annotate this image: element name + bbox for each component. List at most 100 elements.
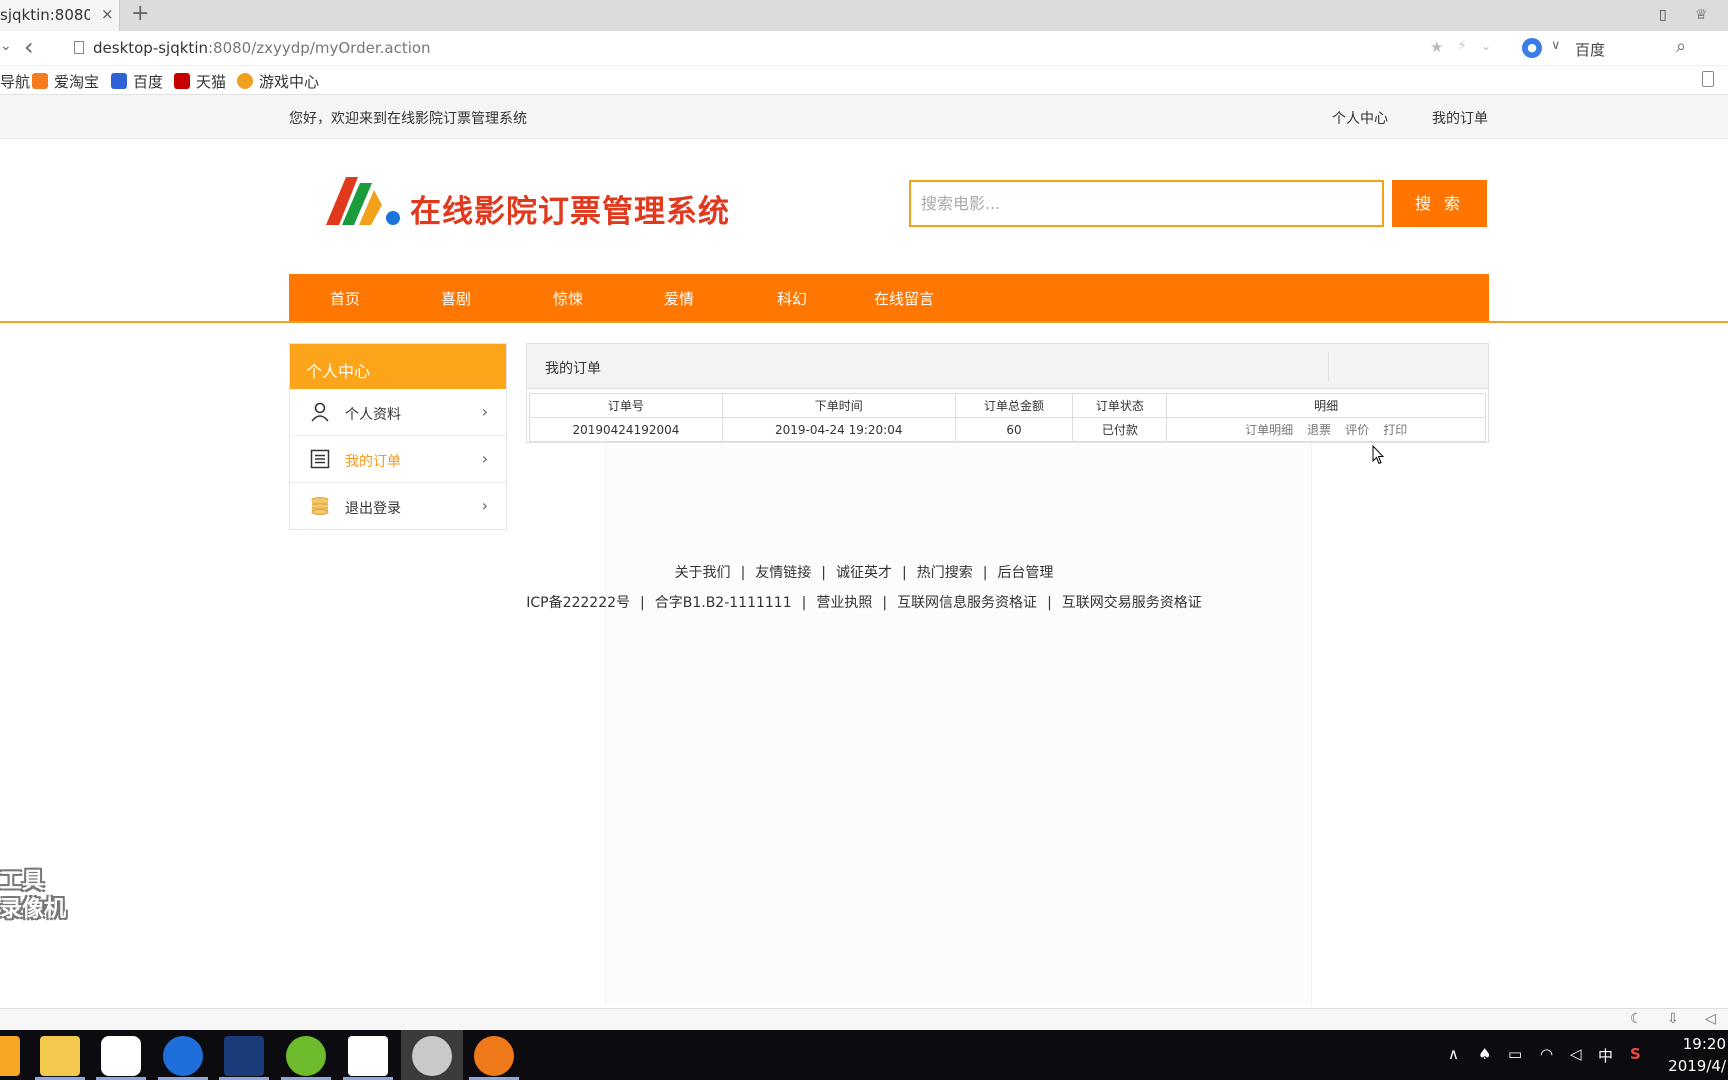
teamviewer-icon[interactable] (163, 1036, 203, 1076)
footer-admin-link[interactable]: 后台管理 (997, 565, 1053, 581)
chevron-down-icon[interactable]: ⌄ (1481, 39, 1491, 53)
user-sidebar: 个人中心 个人资料 › 我的订单 › 退出登录 › (289, 343, 507, 530)
footer-jobs-link[interactable]: 诚征英才 (836, 565, 892, 581)
engine-dropdown-icon[interactable]: ∨ (1551, 38, 1561, 53)
new-tab-icon[interactable]: + (131, 1, 149, 26)
column-header: 明细 (1166, 393, 1486, 418)
site-logo[interactable] (326, 175, 402, 227)
ime-indicator[interactable]: 中 (1598, 1045, 1613, 1066)
search-icon[interactable]: ⌕ (1676, 36, 1686, 57)
download-icon[interactable]: ⇩ (1667, 1011, 1679, 1027)
myeclipse-icon[interactable] (224, 1036, 264, 1076)
column-header: 订单总金额 (954, 393, 1074, 418)
bookmark-item[interactable]: 游戏中心 (237, 71, 319, 92)
orders-panel: 我的订单 订单号 下单时间 订单总金额 订单状态 明细 201904241920… (526, 343, 1489, 443)
personal-center-link[interactable]: 个人中心 (1332, 108, 1388, 128)
watermark-line: 录像机 (0, 897, 67, 922)
table-row: 20190424192004 2019-04-24 19:20:04 60 已付… (529, 417, 1486, 442)
show-hidden-icons-icon[interactable]: ∧ (1448, 1045, 1459, 1063)
column-header: 订单状态 (1072, 393, 1168, 418)
bookmark-label: 导航 (0, 73, 31, 91)
column-header: 订单号 (529, 393, 723, 418)
sidebar-item-orders[interactable]: 我的订单 › (290, 436, 506, 483)
baidu-icon (111, 73, 127, 89)
battery-icon[interactable]: ▭ (1508, 1045, 1522, 1063)
url-host: desktop-sjqktin (93, 39, 208, 57)
tray-app-icon[interactable]: ♠ (1478, 1045, 1491, 1063)
url-field[interactable]: desktop-sjqktin:8080/zxyydp/myOrder.acti… (93, 39, 431, 57)
shirt-skin-icon[interactable]: ♕ (1695, 7, 1708, 23)
browser-tab-strip: sjqktin:8080/ × + ▯ ♕ (0, 0, 1728, 31)
bookmark-item[interactable]: 导航 (0, 71, 30, 92)
sidebar-item-label: 我的订单 (345, 454, 401, 470)
baidu-netdisk-icon[interactable] (101, 1036, 141, 1076)
nav-home[interactable]: 首页 (330, 288, 360, 309)
nav-thriller[interactable]: 惊悚 (553, 288, 583, 309)
app-icon[interactable] (0, 1036, 20, 1076)
recorder-app-icon[interactable] (474, 1036, 514, 1076)
license-text: 合字B1.B2-1111111 (654, 595, 792, 611)
refund-link[interactable]: 退票 (1307, 423, 1331, 437)
nav-comedy[interactable]: 喜剧 (441, 288, 471, 309)
nav-romance[interactable]: 爱情 (664, 288, 694, 309)
search-engine-label[interactable]: 百度 (1575, 39, 1605, 60)
column-header: 下单时间 (721, 393, 956, 418)
browser-app-icon[interactable] (412, 1036, 452, 1076)
windows-taskbar: ∧ ♠ ▭ ◠ ◁ 中 S 19:20 2019/4/ (0, 1030, 1728, 1080)
my-orders-link[interactable]: 我的订单 (1432, 108, 1488, 128)
sidebar-item-label: 个人资料 (345, 407, 401, 423)
mobile-icon[interactable] (1702, 71, 1714, 87)
green-app-icon[interactable] (286, 1036, 326, 1076)
sogou-ime-icon[interactable]: S (1630, 1045, 1641, 1063)
nav-scifi[interactable]: 科幻 (777, 288, 807, 309)
table-header-row: 订单号 下单时间 订单总金额 订单状态 明细 (529, 393, 1486, 418)
order-detail-link[interactable]: 订单明细 (1245, 423, 1293, 437)
review-link[interactable]: 评价 (1345, 423, 1369, 437)
orders-table: 订单号 下单时间 订单总金额 订单状态 明细 20190424192004 20… (529, 393, 1486, 442)
bookmark-label: 爱淘宝 (54, 73, 100, 91)
movie-search-input[interactable] (909, 180, 1384, 227)
footer-about-link[interactable]: 关于我们 (675, 565, 731, 581)
search-button[interactable]: 搜 索 (1392, 180, 1487, 227)
footer-friends-link[interactable]: 友情链接 (755, 565, 811, 581)
history-dropdown-icon[interactable]: ⌄ (0, 38, 12, 54)
background-ghost (605, 444, 1312, 1004)
license-text: 营业执照 (816, 595, 873, 611)
page-icon (74, 41, 84, 54)
bookmark-item[interactable]: 百度 (111, 71, 163, 92)
footer-hot-search-link[interactable]: 热门搜索 (917, 565, 973, 581)
file-explorer-icon[interactable] (40, 1036, 80, 1076)
license-text: 互联网交易服务资格证 (1061, 595, 1202, 611)
mouse-cursor-icon (1372, 445, 1384, 465)
orders-panel-title: 我的订单 (545, 361, 601, 377)
sidebar-item-label: 退出登录 (345, 501, 401, 517)
tab-title: sjqktin:8080/ (0, 6, 90, 24)
orders-panel-header: 我的订单 (527, 344, 1488, 389)
sidebar-item-profile[interactable]: 个人资料 › (290, 389, 506, 436)
back-arrow-icon[interactable]: ‹ (24, 33, 34, 61)
photos-icon[interactable] (348, 1036, 388, 1076)
close-tab-icon[interactable]: × (101, 5, 114, 23)
taskbar-clock[interactable]: 19:20 2019/4/ (1668, 1033, 1726, 1077)
footer-links: 关于我们 | 友情链接 | 诚征英才 | 热门搜索 | 后台管理 (674, 565, 1054, 581)
volume-icon[interactable]: ◁ (1705, 1011, 1716, 1027)
nav-message[interactable]: 在线留言 (874, 288, 934, 309)
user-icon (311, 402, 329, 422)
sidebar-item-logout[interactable]: 退出登录 › (290, 483, 506, 530)
print-link[interactable]: 打印 (1383, 423, 1407, 437)
window-tile-icon[interactable]: ▯ (1659, 7, 1667, 23)
footer-licenses: ICP备222222号 | 合字B1.B2-1111111 | 营业执照 | 互联网信息服务… (526, 595, 1202, 611)
volume-tray-icon[interactable]: ◁ (1570, 1045, 1582, 1063)
moon-icon[interactable]: ☾ (1630, 1011, 1643, 1027)
bookmark-label: 游戏中心 (259, 73, 320, 91)
url-path: :8080/zxyydp/myOrder.action (208, 39, 431, 57)
wifi-icon[interactable]: ◠ (1540, 1045, 1553, 1063)
bookmark-star-icon[interactable]: ★ (1430, 38, 1443, 56)
baidu-paw-icon[interactable]: ● (1522, 38, 1542, 58)
bookmark-item[interactable]: 天猫 (174, 71, 226, 92)
chevron-right-icon: › (481, 496, 488, 515)
browser-tab[interactable]: sjqktin:8080/ × (0, 0, 120, 31)
taobao-icon (32, 73, 48, 89)
bookmark-item[interactable]: 爱淘宝 (32, 71, 99, 92)
lightning-icon[interactable]: ⚡ (1457, 38, 1467, 54)
